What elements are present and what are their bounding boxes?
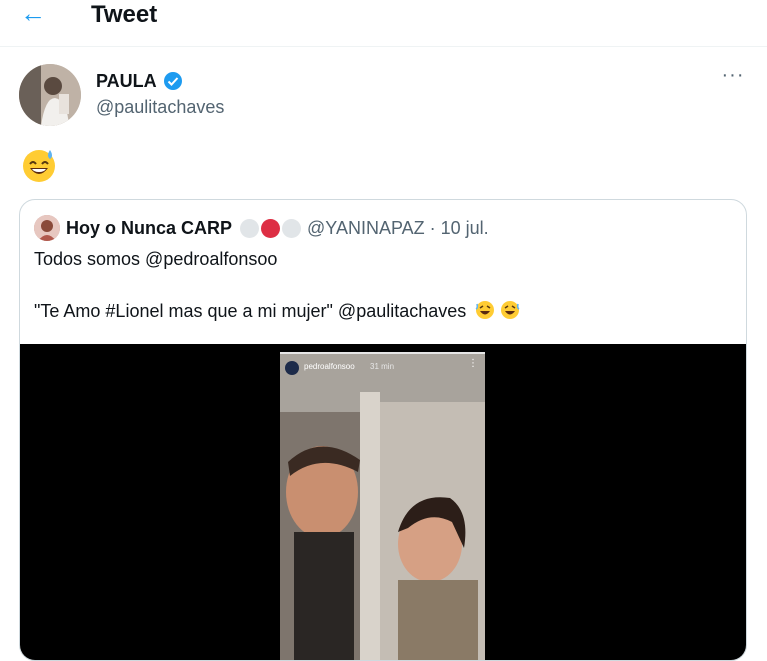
quoted-text-line-2-text: "Te Amo #Lionel mas que a mi mujer" @pau… — [34, 301, 467, 321]
video-thumbnail — [280, 352, 485, 660]
tweet-text — [20, 146, 60, 186]
grinning-face-with-sweat-icon — [23, 150, 55, 182]
avatar[interactable] — [19, 64, 81, 126]
video-player[interactable]: pedroalfonsoo 31 min ⋮ — [20, 344, 746, 660]
author-name-text[interactable]: PAULA — [96, 70, 157, 92]
rolling-laughing-icon — [501, 301, 520, 319]
quoted-tweet[interactable]: Hoy o Nunca CARP @YANINAPAZ · 10 jul. To… — [19, 199, 747, 661]
story-frame: pedroalfonsoo 31 min ⋮ — [280, 352, 485, 660]
rolling-laughing-icon — [475, 301, 495, 319]
back-arrow-icon[interactable]: ← — [20, 0, 56, 30]
author-name[interactable]: PAULA — [96, 70, 183, 92]
story-username: pedroalfonsoo — [304, 362, 355, 371]
quoted-avatar[interactable] — [34, 215, 60, 241]
quoted-handle-date[interactable]: @YANINAPAZ · 10 jul. — [307, 218, 489, 239]
quoted-text-line-1: Todos somos @pedroalfonsoo — [34, 249, 278, 269]
page-title: Tweet — [91, 1, 158, 28]
white-circle-icon — [282, 218, 302, 238]
top-bar: ← Tweet — [0, 0, 767, 47]
flag-emoji-icons — [240, 218, 302, 238]
quoted-author-name[interactable]: Hoy o Nunca CARP — [66, 218, 232, 239]
red-circle-icon — [261, 218, 281, 238]
quoted-tweet-header: Hoy o Nunca CARP @YANINAPAZ · 10 jul. — [34, 214, 489, 242]
story-more-icon[interactable]: ⋮ — [468, 358, 478, 369]
author-handle[interactable]: @paulitachaves — [96, 96, 224, 118]
more-options-icon[interactable]: ··· — [718, 64, 748, 90]
white-circle-icon — [240, 218, 260, 238]
story-time: 31 min — [370, 362, 395, 371]
quoted-text-line-2: "Te Amo #Lionel mas que a mi mujer" @pau… — [34, 300, 734, 322]
verified-badge-icon — [163, 72, 182, 90]
